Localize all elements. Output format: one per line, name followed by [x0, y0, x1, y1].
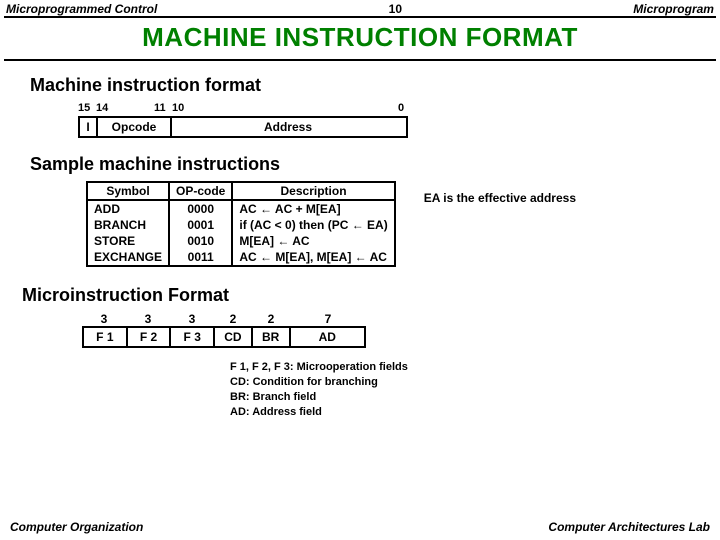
- micro-legend: F 1, F 2, F 3: Microoperation fields CD:…: [230, 360, 720, 419]
- cell-cd: CD: [215, 328, 253, 346]
- w-2b: 2: [252, 312, 290, 326]
- w-3a: 3: [82, 312, 126, 326]
- table-row: BRANCH 0001 if (AC < 0) then (PC ← EA): [88, 217, 394, 233]
- w-3b: 3: [126, 312, 170, 326]
- slide-header: Microprogrammed Control 10 Microprogram: [0, 0, 720, 16]
- footer-right: Computer Architectures Lab: [548, 520, 710, 534]
- mif-heading: Machine instruction format: [30, 75, 720, 96]
- table-row: STORE 0010 M[EA] ← AC: [88, 233, 394, 249]
- micro-diagram: 3 3 3 2 2 7 F 1 F 2 F 3 CD BR AD: [82, 312, 720, 348]
- w-7: 7: [290, 312, 366, 326]
- bit-10: 10: [172, 102, 184, 114]
- col-symbol: Symbol: [88, 183, 169, 200]
- mif-i: I: [80, 118, 98, 136]
- header-center: 10: [389, 2, 402, 16]
- cell-f1: F 1: [84, 328, 128, 346]
- cell-f3: F 3: [171, 328, 215, 346]
- legend-ad: AD: Address field: [230, 405, 720, 420]
- cell-br: BR: [253, 328, 291, 346]
- legend-cd: CD: Condition for branching: [230, 375, 720, 390]
- legend-br: BR: Branch field: [230, 390, 720, 405]
- sample-heading: Sample machine instructions: [30, 154, 720, 175]
- bit-15: 15: [78, 102, 90, 114]
- bit-11: 11: [154, 102, 166, 114]
- mif-address: Address: [172, 118, 404, 136]
- bit-14: 14: [96, 102, 108, 114]
- slide-footer: Computer Organization Computer Architect…: [0, 520, 720, 534]
- bit-0: 0: [398, 102, 404, 114]
- footer-left: Computer Organization: [10, 520, 143, 534]
- ea-note: EA is the effective address: [424, 191, 576, 205]
- w-3c: 3: [170, 312, 214, 326]
- micro-heading: Microinstruction Format: [22, 285, 720, 306]
- w-2a: 2: [214, 312, 252, 326]
- legend-f: F 1, F 2, F 3: Microoperation fields: [230, 360, 720, 375]
- table-row: ADD 0000 AC ← AC + M[EA]: [88, 200, 394, 217]
- mif-diagram: 15 14 11 10 0 I Opcode Address: [78, 102, 720, 138]
- header-left: Microprogrammed Control: [6, 2, 157, 16]
- col-desc: Description: [232, 183, 393, 200]
- cell-f2: F 2: [128, 328, 172, 346]
- sample-table: Symbol OP-code Description ADD 0000 AC ←…: [86, 181, 396, 267]
- slide-title: MACHINE INSTRUCTION FORMAT: [4, 16, 716, 61]
- mif-opcode: Opcode: [98, 118, 172, 136]
- table-row: EXCHANGE 0011 AC ← M[EA], M[EA] ← AC: [88, 249, 394, 265]
- cell-ad: AD: [291, 328, 364, 346]
- col-opcode: OP-code: [169, 183, 232, 200]
- header-right: Microprogram: [633, 2, 714, 16]
